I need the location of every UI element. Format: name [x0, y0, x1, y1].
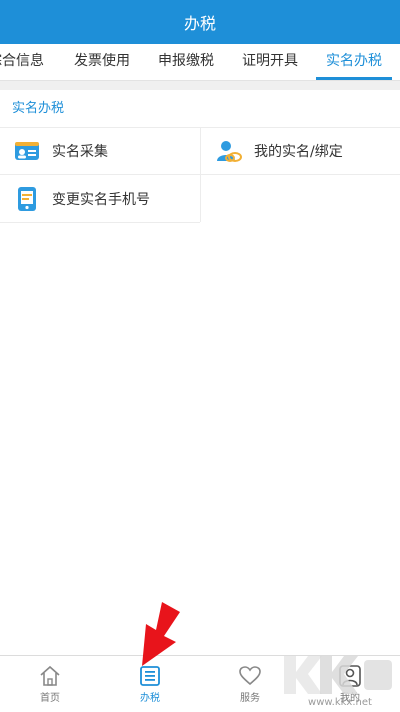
my-real-name-bind-label: 我的实名/绑定 — [254, 144, 343, 160]
red-arrow-icon — [142, 602, 180, 666]
kk-download-watermark: www.kkx.net — [284, 656, 392, 708]
real-name-collect-label: 实名采集 — [52, 144, 108, 160]
nav-service-label: 服务 — [240, 692, 260, 704]
grid-divider — [200, 128, 201, 174]
nav-home[interactable]: 首页 — [0, 656, 100, 712]
nav-tax-label: 办税 — [140, 692, 160, 704]
tab-certificate[interactable]: 证明开具 — [242, 44, 298, 80]
my-real-name-bind-item[interactable]: 我的实名/绑定 — [216, 128, 400, 174]
id-card-icon — [14, 138, 40, 164]
category-tabs: 综合信息 发票使用 申报缴税 证明开具 实名办税 — [0, 44, 400, 81]
tab-declare-pay[interactable]: 申报缴税 — [158, 44, 214, 80]
home-icon — [39, 665, 61, 687]
change-phone-label: 变更实名手机号 — [52, 192, 150, 208]
section-title: 实名办税 — [0, 90, 400, 128]
change-phone-item[interactable]: 变更实名手机号 — [14, 176, 200, 222]
section-gap — [0, 81, 400, 90]
real-name-collect-item[interactable]: 实名采集 — [14, 128, 200, 174]
tab-comprehensive-info[interactable]: 综合信息 — [0, 44, 44, 80]
watermark-url: www.kkx.net — [308, 697, 372, 708]
row-divider — [0, 222, 200, 223]
tab-invoice-use[interactable]: 发票使用 — [74, 44, 130, 80]
app-header: 办税 — [0, 0, 400, 44]
page-title: 办税 — [183, 14, 216, 33]
nav-home-label: 首页 — [40, 692, 60, 704]
tab-real-name[interactable]: 实名办税 — [316, 44, 392, 80]
user-link-icon — [216, 138, 242, 164]
heart-icon — [239, 665, 261, 687]
grid-divider — [200, 174, 201, 222]
phone-edit-icon — [14, 186, 40, 212]
